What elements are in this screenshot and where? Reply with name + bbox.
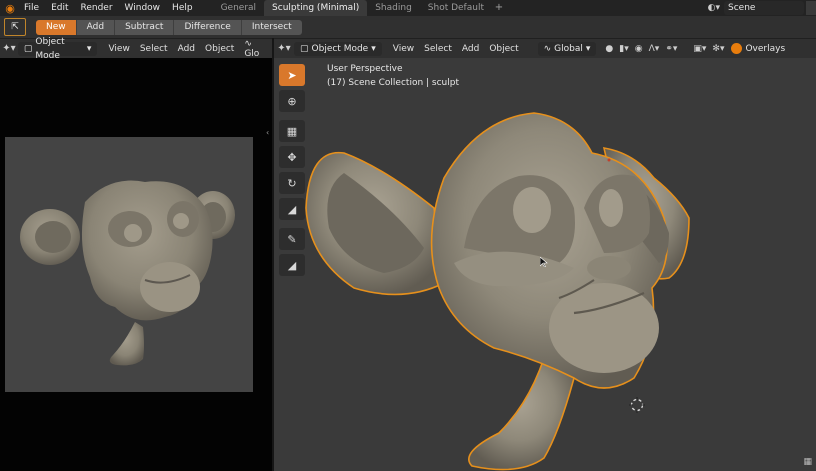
chevron-down-icon: ▾ [86,43,92,54]
object-mode-icon: ▢ [300,43,309,54]
selection-mode-buttons: New Add Subtract Difference Intersect [36,19,302,35]
left-editor-header: ✦▾ ▢ Object Mode ▾ View Select Add Objec… [0,37,272,61]
top-menu-bar: ◉ File Edit Render Window Help General S… [0,0,816,16]
editor-type-icon[interactable]: ✦▾ [0,43,18,54]
cursor-3d-icon[interactable]: ⊕ [279,90,305,112]
tool-settings-bar: ⇱ New Add Subtract Difference Intersect [0,16,816,38]
right-menu-view[interactable]: View [388,44,419,54]
view-object-types-icon[interactable]: ▣▾ [690,44,709,54]
translate-icon[interactable]: ✥ [279,146,305,168]
left-viewport[interactable]: ‹ [0,58,272,471]
move-icon[interactable]: ▦ [279,120,305,142]
orientation-dropdown[interactable]: ∿ Global ▾ [537,41,597,56]
workspace-tabs: General Sculpting (Minimal) Shading Shot… [213,0,506,16]
proportional-edit-icon[interactable]: ◉ [632,44,646,54]
menu-help[interactable]: Help [166,0,199,16]
scene-selector: ◐▾ Scene [708,0,816,16]
left-menu-select[interactable]: Select [135,44,173,54]
editor-type-icon[interactable]: ✦▾ [274,43,294,54]
orientation-label: Global [554,43,583,54]
overlays-label: Overlays [745,43,786,54]
tab-general[interactable]: General [213,0,264,16]
viewport-subtitle: (17) Scene Collection | sculpt [327,78,459,88]
measure-icon[interactable]: ◢ [279,254,305,276]
select-box-icon[interactable]: ⇱ [4,18,26,36]
mode-subtract-button[interactable]: Subtract [115,19,175,35]
viewport-title: User Perspective [327,64,403,74]
tab-shot-default[interactable]: Shot Default [420,0,492,16]
scene-browse-button[interactable] [806,1,816,15]
left-mode-dropdown[interactable]: ▢ Object Mode ▾ [17,37,98,61]
left-menu-view[interactable]: View [103,44,134,54]
mode-add-button[interactable]: Add [76,19,116,35]
scale-icon[interactable]: ◢ [279,198,305,220]
pivot-icon[interactable]: ● [602,44,616,54]
object-mode-icon: ▢ [23,43,33,54]
annotate-icon[interactable]: ✎ [279,228,305,250]
mouse-pointer-icon [540,257,548,267]
orientation-icon: ∿ [543,43,552,54]
mode-new-button[interactable]: New [36,19,77,35]
scene-field[interactable]: Scene [724,1,804,15]
left-menu-add[interactable]: Add [173,44,200,54]
right-mode-label: Object Mode [311,43,369,54]
snap-icon[interactable]: ▮▾ [616,44,631,54]
right-menu-select[interactable]: Select [419,44,457,54]
chevron-down-icon: ▾ [371,43,376,54]
overlays-icon [731,43,743,54]
toolbar-tools: ➤ ⊕ ▦ ✥ ↻ ◢ ✎ ◢ [279,64,307,280]
select-cursor-icon[interactable]: ➤ [279,64,305,86]
gizmo-icon[interactable]: ✻▾ [709,44,727,54]
right-editor-header: ✦▾ ▢ Object Mode ▾ View Select Add Objec… [274,38,816,58]
menu-file[interactable]: File [18,0,45,16]
chevron-down-icon: ▾ [585,43,591,54]
3d-cursor-icon [629,397,645,413]
menu-edit[interactable]: Edit [45,0,74,16]
add-workspace-button[interactable]: + [492,0,506,16]
scene-icon[interactable]: ◐▾ [708,3,720,13]
monkey-render-graphic [20,180,235,366]
left-orientation-cut[interactable]: ∿ Glo [239,39,272,59]
right-mode-dropdown[interactable]: ▢ Object Mode ▾ [294,41,382,56]
menu-window[interactable]: Window [119,0,167,16]
viewport-corner-icon[interactable]: ▦ [803,457,812,467]
collapse-arrow-icon[interactable]: ‹ [266,128,269,137]
3d-viewport[interactable]: User Perspective (17) Scene Collection |… [274,58,816,471]
menu-render[interactable]: Render [75,0,119,16]
mode-intersect-button[interactable]: Intersect [241,19,302,35]
tab-shading[interactable]: Shading [367,0,420,16]
rotate-icon[interactable]: ↻ [279,172,305,194]
tab-sculpting-minimal[interactable]: Sculpting (Minimal) [264,0,368,16]
falloff-icon[interactable]: Λ▾ [646,44,663,54]
render-preview-image [5,137,253,392]
right-menu-add[interactable]: Add [457,44,484,54]
overlays-button[interactable]: Overlays [731,43,785,54]
visibility-icon[interactable]: ⚭▾ [662,44,680,54]
left-menu-object[interactable]: Object [200,44,239,54]
mode-difference-button[interactable]: Difference [174,19,242,35]
right-menu-object[interactable]: Object [484,44,523,54]
blender-logo-icon[interactable]: ◉ [2,0,18,16]
